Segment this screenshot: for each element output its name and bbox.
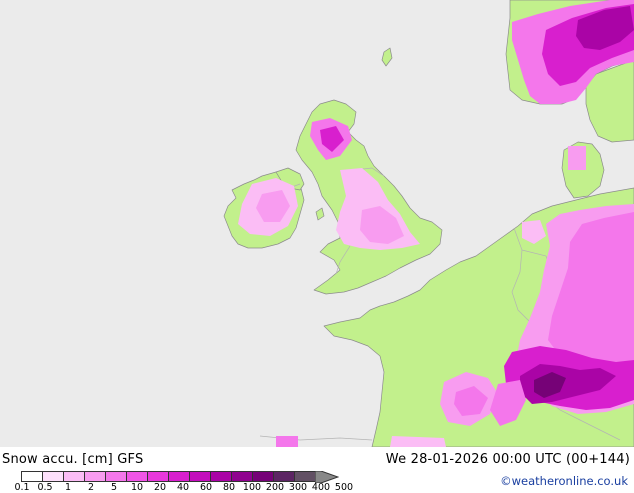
legend-tick-label: 60	[199, 482, 213, 493]
legend-tick-label: 0.5	[37, 482, 53, 493]
weather-map	[0, 0, 634, 447]
legend-swatch	[63, 471, 85, 482]
legend-swatch	[126, 471, 148, 482]
legend-swatch	[252, 471, 274, 482]
legend-tick-label: 300	[288, 482, 308, 493]
snow-area-denmark	[568, 146, 586, 170]
snow-area-pyrenees-west	[276, 436, 298, 447]
legend-tick-label: 5	[110, 482, 118, 493]
credit-link[interactable]: ©weatheronline.co.uk	[500, 474, 628, 488]
legend-swatch	[42, 471, 64, 482]
legend-swatch	[105, 471, 127, 482]
legend-swatch	[273, 471, 295, 482]
legend-swatch	[21, 471, 43, 482]
legend-tick-label: 400	[311, 482, 331, 493]
legend-tick-label: 10	[130, 482, 144, 493]
map-title: Snow accu. [cm] GFS	[2, 452, 144, 467]
legend-tick-label: 20	[153, 482, 167, 493]
legend-swatch	[231, 471, 253, 482]
legend-swatch	[294, 471, 316, 482]
legend-tick-label: 2	[87, 482, 95, 493]
legend-swatch	[147, 471, 169, 482]
legend-tick-label: 100	[242, 482, 262, 493]
legend-swatch	[168, 471, 190, 482]
legend-swatch	[84, 471, 106, 482]
legend-tick-label: 80	[222, 482, 236, 493]
valid-time: We 28-01-2026 00:00 UTC (00+144)	[385, 452, 630, 467]
legend-tick-label: 500	[334, 482, 354, 493]
legend-tick-label: 40	[176, 482, 190, 493]
legend-swatch	[189, 471, 211, 482]
legend-tick-label: 1	[64, 482, 72, 493]
legend-tick-label: 0.1	[14, 482, 30, 493]
legend-swatch	[210, 471, 232, 482]
legend-tick-label: 200	[265, 482, 285, 493]
